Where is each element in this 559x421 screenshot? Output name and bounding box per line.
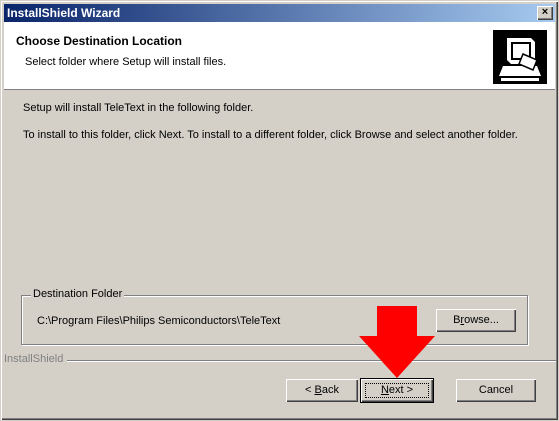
close-button[interactable]: × — [537, 6, 553, 20]
destination-folder-label: Destination Folder — [31, 288, 125, 300]
install-instructions-text: To install to this folder, click Next. T… — [23, 129, 518, 141]
browse-label-post: owse... — [464, 314, 499, 326]
destination-path: C:\Program Files\Philips Semiconductors\… — [37, 315, 281, 327]
footer-separator — [59, 360, 556, 362]
red-down-arrow-icon — [359, 306, 435, 378]
title-bar[interactable]: InstallShield Wizard × — [4, 4, 555, 22]
back-label-mnemonic: B — [314, 384, 322, 396]
browse-button[interactable]: Browse... — [436, 309, 516, 332]
page-subtitle: Select folder where Setup will install f… — [25, 56, 227, 68]
window-title: InstallShield Wizard — [7, 6, 121, 20]
page-title: Choose Destination Location — [16, 34, 183, 48]
back-label-post: ack — [321, 384, 339, 396]
installshield-wizard-window: InstallShield Wizard × Choose Destinatio… — [0, 0, 559, 421]
installshield-brand: InstallShield — [4, 353, 68, 365]
back-label-pre: < — [305, 384, 315, 396]
computer-install-icon — [493, 30, 547, 84]
install-info-text: Setup will install TeleText in the follo… — [23, 102, 254, 114]
back-button[interactable]: < Back — [286, 379, 358, 402]
focus-rectangle — [365, 383, 429, 398]
cancel-button[interactable]: Cancel — [456, 379, 536, 402]
wizard-header: Choose Destination Location Select folde… — [4, 22, 555, 90]
next-button[interactable]: Next > — [361, 379, 433, 402]
